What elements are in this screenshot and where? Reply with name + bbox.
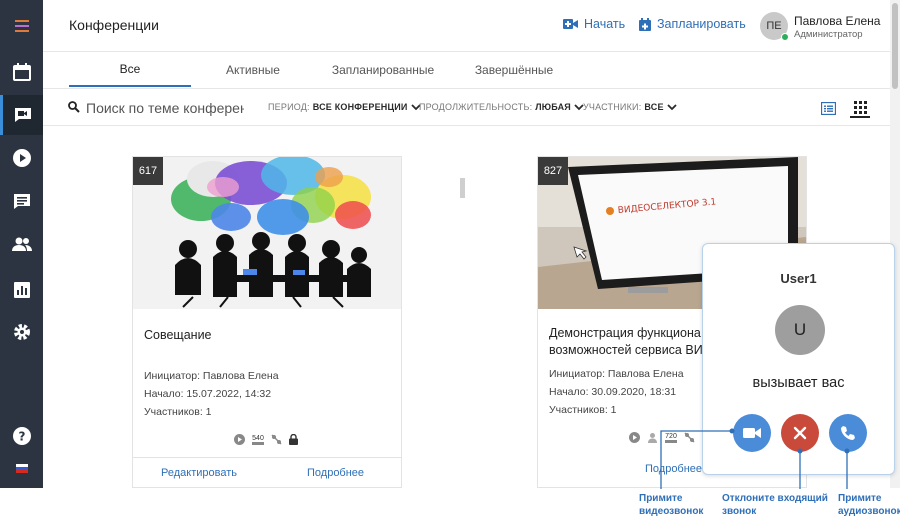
callout-decline-line2: звонок: [722, 506, 757, 517]
callout-accept-video: Примите видеозвонок: [639, 492, 703, 518]
callout-accept-audio-line2: аудиозвонок: [838, 506, 900, 517]
callout-decline-line1: Отклоните входящий: [722, 493, 828, 504]
conference-app: ? Конференции Начать Запланировать ПЕ Па…: [0, 0, 900, 520]
callout-accept-audio-line1: Примите: [838, 493, 882, 504]
annotation-lines: [660, 428, 850, 489]
callout-decline: Отклоните входящий звонок: [722, 492, 828, 518]
callout-accept-video-line2: видеозвонок: [639, 506, 704, 517]
callout-accept-video-line1: Примите: [639, 493, 683, 504]
callout-accept-audio: Примите аудиозвонок: [838, 492, 900, 518]
